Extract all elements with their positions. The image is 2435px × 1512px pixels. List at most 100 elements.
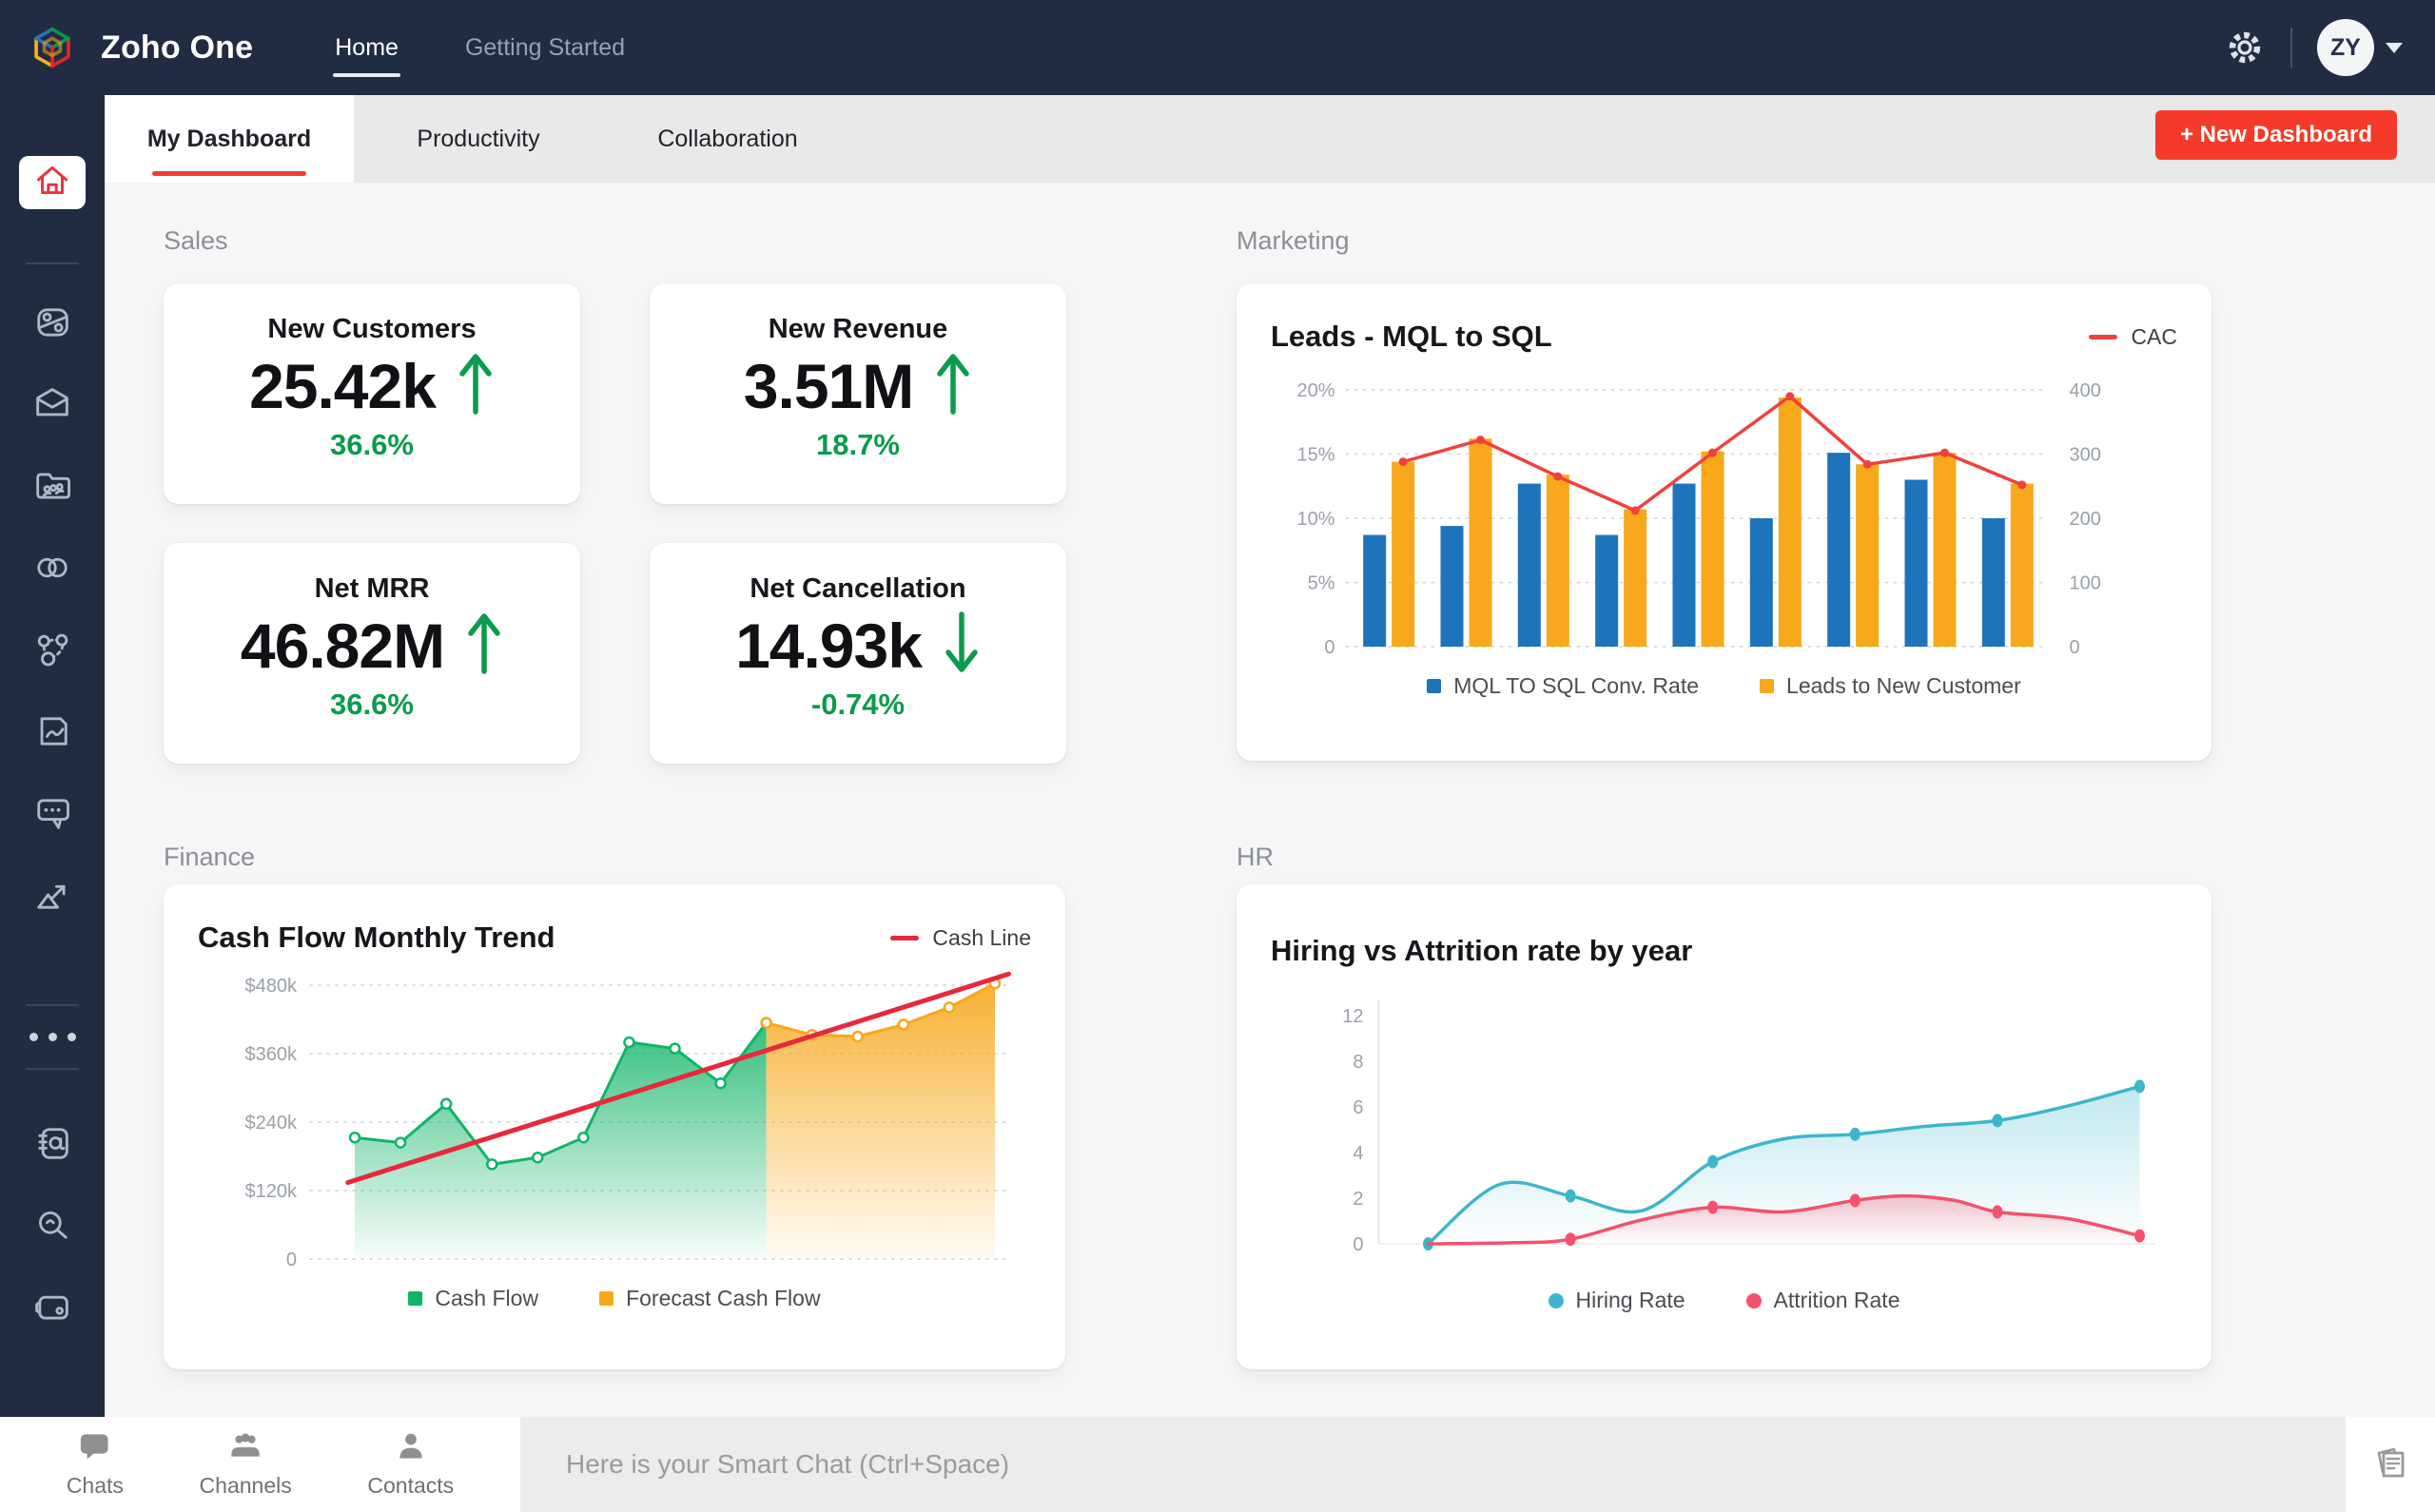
svg-text:$240k: $240k — [245, 1113, 298, 1134]
svg-text:2: 2 — [1353, 1189, 1363, 1210]
svg-text:6: 6 — [1353, 1097, 1363, 1118]
kpi-title: New Revenue — [768, 314, 948, 344]
legend-item-cashflow[interactable]: Cash Flow — [408, 1286, 538, 1311]
kpi-title: Net Cancellation — [750, 573, 966, 604]
chart-title-leads: Leads - MQL to SQL — [1271, 320, 1552, 353]
kpi-card-new-customers[interactable]: New Customers 25.42k 36.6% — [164, 283, 580, 504]
crm-icon — [30, 300, 74, 349]
svg-text:0: 0 — [286, 1250, 297, 1270]
channels-icon — [228, 1431, 263, 1467]
legend-cac: CAC — [2089, 324, 2177, 350]
arrow-up-icon — [457, 349, 495, 422]
legend-item-mql[interactable]: MQL TO SQL Conv. Rate — [1427, 673, 1699, 699]
svg-text:20%: 20% — [1296, 380, 1334, 401]
svg-text:8: 8 — [1353, 1052, 1363, 1073]
legend-item-attrition[interactable]: Attrition Rate — [1745, 1288, 1900, 1313]
kpi-value: 14.93k — [735, 610, 923, 681]
sidebar-item-wallet[interactable] — [30, 1287, 74, 1330]
home-icon — [31, 160, 73, 206]
kpi-card-net-mrr[interactable]: Net MRR 46.82M 36.6% — [164, 543, 580, 764]
attrition-swatch — [1745, 1292, 1762, 1308]
settings-gear-icon[interactable] — [2224, 27, 2266, 68]
kpi-value: 25.42k — [249, 350, 437, 421]
sidebar-item-workdrive[interactable] — [30, 466, 74, 510]
kpi-delta: 36.6% — [330, 428, 414, 461]
sidebar-item-flow[interactable] — [30, 548, 74, 591]
kpi-value: 3.51M — [743, 350, 914, 421]
svg-text:0: 0 — [1324, 637, 1334, 658]
documents-icon — [2369, 1442, 2411, 1488]
main-content: My Dashboard Productivity Collaboration … — [105, 95, 2435, 1417]
finance-chart-card: Cash Flow Monthly Trend Cash Line $480k $… — [164, 884, 1065, 1369]
hr-legend: Hiring Rate Attrition Rate — [1271, 1288, 2177, 1313]
tab-my-dashboard[interactable]: My Dashboard — [105, 95, 354, 183]
chart-title-cashflow: Cash Flow Monthly Trend — [198, 921, 555, 954]
legend-cash-line: Cash Line — [890, 925, 1031, 951]
legend-item-hiring[interactable]: Hiring Rate — [1548, 1288, 1685, 1313]
kpi-card-new-revenue[interactable]: New Revenue 3.51M 18.7% — [650, 283, 1066, 504]
section-title-hr: HR — [1237, 843, 1274, 871]
svg-text:300: 300 — [2070, 445, 2101, 466]
kpi-delta: 36.6% — [330, 688, 414, 721]
legend-item-forecast[interactable]: Forecast Cash Flow — [599, 1286, 821, 1311]
avatar[interactable]: ZY — [2317, 19, 2374, 76]
svg-text:$480k: $480k — [245, 976, 298, 997]
flow-links-icon — [30, 546, 74, 594]
sidebar-item-analytics[interactable] — [30, 875, 74, 919]
svg-text:12: 12 — [1342, 1006, 1363, 1027]
sidebar-item-cliq[interactable] — [30, 793, 74, 837]
svg-text:5%: 5% — [1308, 573, 1335, 594]
topbar-divider — [2290, 28, 2292, 68]
more-options-icon[interactable] — [29, 1033, 76, 1041]
cliq-chat-icon — [30, 791, 74, 840]
cashflow-swatch — [408, 1291, 423, 1306]
books-icon — [30, 1121, 74, 1170]
cash-flow-chart[interactable]: $480k $360k $240k $120k 0 — [198, 962, 1031, 1278]
tab-collaboration[interactable]: Collaboration — [603, 95, 852, 183]
chat-tab-channels[interactable]: Channels — [200, 1431, 292, 1499]
kpi-title: New Customers — [267, 314, 477, 344]
leads-swatch — [1760, 679, 1775, 693]
chats-icon — [79, 1431, 111, 1467]
sidebar-item-books[interactable] — [30, 1123, 74, 1167]
leads-mql-sql-chart[interactable]: 0 0 5% 100 10% 200 15% 300 20% 400 — [1271, 361, 2177, 666]
arrow-down-icon — [943, 609, 981, 682]
sidebar-divider — [26, 262, 79, 264]
chat-tab-chats[interactable]: Chats — [67, 1431, 124, 1499]
notes-button[interactable] — [2346, 1417, 2435, 1512]
zoho-one-logo-icon[interactable] — [25, 20, 80, 75]
chat-tabs-panel: Chats Channels Contacts — [0, 1417, 520, 1512]
workdrive-folder-icon — [30, 464, 74, 513]
sidebar-item-search[interactable] — [30, 1205, 74, 1249]
marketing-legend: MQL TO SQL Conv. Rate Leads to New Custo… — [1271, 673, 2177, 699]
section-title-marketing: Marketing — [1237, 226, 1350, 255]
sidebar-item-sign[interactable] — [30, 711, 74, 755]
kpi-card-net-cancellation[interactable]: Net Cancellation 14.93k -0.74% — [650, 543, 1066, 764]
svg-text:$120k: $120k — [245, 1181, 298, 1202]
svg-text:10%: 10% — [1296, 509, 1334, 530]
hiring-attrition-chart[interactable]: 12 8 6 4 2 0 — [1271, 976, 2177, 1280]
user-menu[interactable]: ZY — [2317, 19, 2403, 76]
brand-title: Zoho One — [101, 29, 254, 66]
sign-document-icon — [30, 709, 74, 758]
section-title-finance: Finance — [164, 843, 256, 871]
sidebar-item-home[interactable] — [19, 156, 86, 209]
tab-productivity[interactable]: Productivity — [354, 95, 603, 183]
kpi-value: 46.82M — [240, 610, 445, 681]
nav-home[interactable]: Home — [333, 25, 400, 77]
svg-text:$360k: $360k — [245, 1044, 298, 1065]
chevron-down-icon — [2386, 42, 2403, 53]
wallet-icon — [30, 1285, 74, 1333]
sidebar-item-connections[interactable] — [30, 630, 74, 673]
sidebar-item-mail[interactable] — [30, 384, 74, 428]
sidebar-item-crm[interactable] — [30, 302, 74, 346]
hr-chart-card: Hiring vs Attrition rate by year 12 8 6 4 2 0… — [1237, 884, 2211, 1369]
connections-icon — [30, 628, 74, 676]
smart-chat-input[interactable]: Here is your Smart Chat (Ctrl+Space) — [520, 1417, 2346, 1512]
chat-tab-contacts[interactable]: Contacts — [367, 1431, 454, 1499]
new-dashboard-button[interactable]: + New Dashboard — [2154, 110, 2397, 160]
legend-item-leads[interactable]: Leads to New Customer — [1760, 673, 2021, 699]
svg-text:4: 4 — [1353, 1143, 1363, 1164]
svg-text:200: 200 — [2070, 509, 2101, 530]
nav-getting-started[interactable]: Getting Started — [463, 25, 627, 71]
